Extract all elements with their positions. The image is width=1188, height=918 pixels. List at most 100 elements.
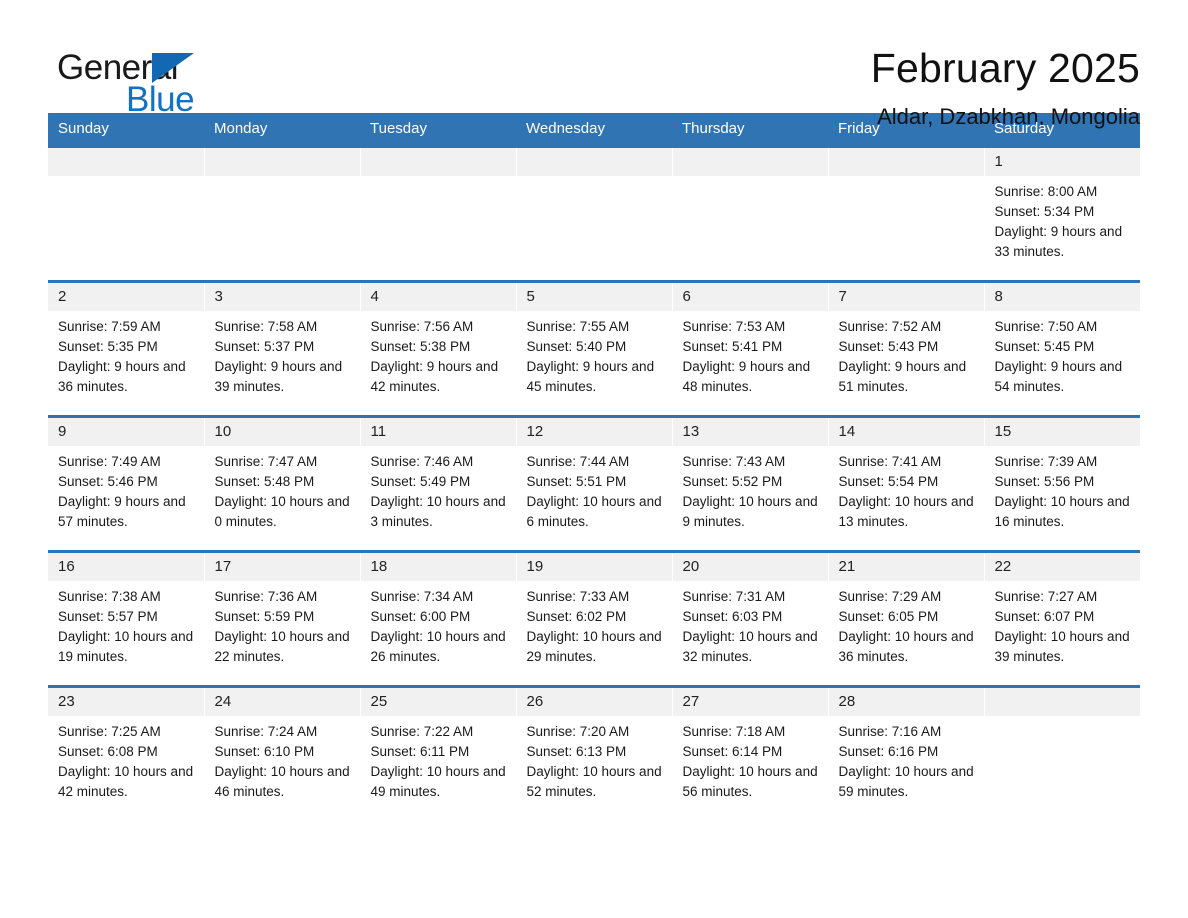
calendar-day-cell[interactable]: 25 Sunrise: 7:22 AM Sunset: 6:11 PM Dayligh…	[360, 685, 517, 820]
calendar-day-cell[interactable]: 7 Sunrise: 7:52 AM Sunset: 5:43 PM Daylight…	[828, 280, 985, 417]
logo-triangle-icon	[152, 53, 194, 83]
calendar-day-cell[interactable]: 23 Sunrise: 7:25 AM Sunset: 6:08 PM Dayligh…	[48, 685, 205, 820]
day-details: Sunrise: 7:24 AM Sunset: 6:10 PM Daylight:…	[205, 716, 360, 802]
sunset-text: Sunset: 6:16 PM	[838, 744, 939, 759]
day-number: 19	[516, 553, 672, 581]
calendar-day-cell-empty	[516, 145, 673, 282]
daylight-text: Daylight: 10 hours and 42 minutes.	[58, 764, 194, 799]
day-number: 4	[360, 283, 516, 311]
daylight-text: Daylight: 10 hours and 6 minutes.	[526, 494, 662, 529]
day-details: Sunrise: 7:55 AM Sunset: 5:40 PM Daylight:…	[517, 311, 672, 397]
calendar-day-cell[interactable]: 1 Sunrise: 8:00 AM Sunset: 5:34 PM Daylight…	[984, 145, 1141, 282]
calendar-day-cell[interactable]: 24 Sunrise: 7:24 AM Sunset: 6:10 PM Dayligh…	[204, 685, 361, 820]
calendar-day-cell[interactable]: 18 Sunrise: 7:34 AM Sunset: 6:00 PM Dayligh…	[360, 550, 517, 687]
calendar-day-cell[interactable]: 11 Sunrise: 7:46 AM Sunset: 5:49 PM Dayligh…	[360, 415, 517, 552]
day-number: 23	[48, 688, 204, 716]
calendar-day-cell[interactable]: 19 Sunrise: 7:33 AM Sunset: 6:02 PM Dayligh…	[516, 550, 673, 687]
sunset-text: Sunset: 6:03 PM	[682, 609, 783, 624]
sunset-text: Sunset: 5:40 PM	[526, 339, 627, 354]
sunrise-text: Sunrise: 7:46 AM	[370, 454, 474, 469]
sunset-text: Sunset: 5:56 PM	[994, 474, 1095, 489]
calendar-day-cell[interactable]: 13 Sunrise: 7:43 AM Sunset: 5:52 PM Dayligh…	[672, 415, 829, 552]
calendar-day-cell[interactable]: 14 Sunrise: 7:41 AM Sunset: 5:54 PM Dayligh…	[828, 415, 985, 552]
daylight-text: Daylight: 9 hours and 33 minutes.	[994, 224, 1123, 259]
calendar-day-cell[interactable]: 6 Sunrise: 7:53 AM Sunset: 5:41 PM Daylight…	[672, 280, 829, 417]
sunset-text: Sunset: 5:45 PM	[994, 339, 1095, 354]
day-details: Sunrise: 7:31 AM Sunset: 6:03 PM Daylight:…	[673, 581, 828, 667]
daylight-text: Daylight: 10 hours and 56 minutes.	[682, 764, 818, 799]
day-number: 24	[204, 688, 360, 716]
day-details: Sunrise: 7:36 AM Sunset: 5:59 PM Daylight:…	[205, 581, 360, 667]
daylight-text: Daylight: 10 hours and 46 minutes.	[214, 764, 350, 799]
daylight-text: Daylight: 10 hours and 16 minutes.	[994, 494, 1130, 529]
sunset-text: Sunset: 5:54 PM	[838, 474, 939, 489]
sunset-text: Sunset: 5:41 PM	[682, 339, 783, 354]
calendar-day-cell-empty	[828, 145, 985, 282]
calendar-day-cell[interactable]: 17 Sunrise: 7:36 AM Sunset: 5:59 PM Dayligh…	[204, 550, 361, 687]
calendar-day-cell[interactable]: 26 Sunrise: 7:20 AM Sunset: 6:13 PM Dayligh…	[516, 685, 673, 820]
calendar-day-cell[interactable]: 2 Sunrise: 7:59 AM Sunset: 5:35 PM Daylight…	[48, 280, 205, 417]
day-details: Sunrise: 7:59 AM Sunset: 5:35 PM Daylight:…	[48, 311, 204, 397]
calendar-day-cell[interactable]: 10 Sunrise: 7:47 AM Sunset: 5:48 PM Dayligh…	[204, 415, 361, 552]
calendar-day-cell[interactable]: 9 Sunrise: 7:49 AM Sunset: 5:46 PM Daylight…	[48, 415, 205, 552]
calendar-day-cell-empty	[984, 685, 1140, 820]
daylight-text: Daylight: 10 hours and 3 minutes.	[370, 494, 506, 529]
day-number: 3	[204, 283, 360, 311]
calendar-day-cell[interactable]: 28 Sunrise: 7:16 AM Sunset: 6:16 PM Dayligh…	[828, 685, 985, 820]
sunrise-text: Sunrise: 7:38 AM	[58, 589, 161, 604]
calendar-day-cell-empty	[204, 145, 361, 282]
day-details: Sunrise: 8:00 AM Sunset: 5:34 PM Daylight:…	[985, 176, 1141, 262]
daylight-text: Daylight: 10 hours and 59 minutes.	[838, 764, 974, 799]
calendar-day-cell[interactable]: 8 Sunrise: 7:50 AM Sunset: 5:45 PM Daylight…	[984, 280, 1141, 417]
day-number: 26	[516, 688, 672, 716]
day-number	[204, 148, 360, 176]
calendar-page: General Blue February 2025 Aldar, Dzabkh…	[0, 0, 1188, 918]
calendar-day-cell[interactable]: 4 Sunrise: 7:56 AM Sunset: 5:38 PM Daylight…	[360, 280, 517, 417]
calendar-day-cell[interactable]: 3 Sunrise: 7:58 AM Sunset: 5:37 PM Daylight…	[204, 280, 361, 417]
day-number	[516, 148, 672, 176]
day-number	[360, 148, 516, 176]
daylight-text: Daylight: 9 hours and 42 minutes.	[370, 359, 499, 394]
daylight-text: Daylight: 10 hours and 9 minutes.	[682, 494, 818, 529]
day-number: 25	[360, 688, 516, 716]
sunrise-text: Sunrise: 7:44 AM	[526, 454, 630, 469]
calendar-day-cell[interactable]: 12 Sunrise: 7:44 AM Sunset: 5:51 PM Dayligh…	[516, 415, 673, 552]
calendar-day-cell[interactable]: 5 Sunrise: 7:55 AM Sunset: 5:40 PM Daylight…	[516, 280, 673, 417]
day-number: 7	[828, 283, 984, 311]
sunset-text: Sunset: 6:07 PM	[994, 609, 1095, 624]
sunset-text: Sunset: 6:02 PM	[526, 609, 627, 624]
day-number: 10	[204, 418, 360, 446]
sunset-text: Sunset: 6:11 PM	[370, 744, 470, 759]
day-number: 1	[984, 148, 1140, 176]
sunrise-text: Sunrise: 7:24 AM	[214, 724, 318, 739]
calendar-day-cell[interactable]: 27 Sunrise: 7:18 AM Sunset: 6:14 PM Dayligh…	[672, 685, 829, 820]
day-number: 21	[828, 553, 984, 581]
sunset-text: Sunset: 6:14 PM	[682, 744, 783, 759]
calendar-day-cell[interactable]: 16 Sunrise: 7:38 AM Sunset: 5:57 PM Dayligh…	[48, 550, 205, 687]
page-title: February 2025	[870, 45, 1140, 91]
day-number: 20	[672, 553, 828, 581]
calendar-day-cell[interactable]: 15 Sunrise: 7:39 AM Sunset: 5:56 PM Dayligh…	[984, 415, 1140, 552]
day-number: 13	[672, 418, 828, 446]
day-number: 27	[672, 688, 828, 716]
day-number: 22	[984, 553, 1140, 581]
month-calendar: Sunday Monday Tuesday Wednesday Thursday…	[48, 113, 1140, 820]
sunrise-text: Sunrise: 7:55 AM	[526, 319, 630, 334]
calendar-day-cell[interactable]: 20 Sunrise: 7:31 AM Sunset: 6:03 PM Dayligh…	[672, 550, 829, 687]
day-number: 11	[360, 418, 516, 446]
sunset-text: Sunset: 6:00 PM	[370, 609, 471, 624]
sunset-text: Sunset: 6:05 PM	[838, 609, 939, 624]
calendar-day-cell-empty	[360, 145, 517, 282]
calendar-day-cell[interactable]: 22 Sunrise: 7:27 AM Sunset: 6:07 PM Dayligh…	[984, 550, 1140, 687]
sunset-text: Sunset: 5:51 PM	[526, 474, 627, 489]
calendar-day-cell-empty	[48, 145, 205, 282]
sunrise-text: Sunrise: 7:41 AM	[838, 454, 942, 469]
sunrise-text: Sunrise: 7:36 AM	[214, 589, 318, 604]
sunrise-text: Sunrise: 7:56 AM	[370, 319, 474, 334]
daylight-text: Daylight: 9 hours and 51 minutes.	[838, 359, 967, 394]
calendar-day-cell[interactable]: 21 Sunrise: 7:29 AM Sunset: 6:05 PM Dayligh…	[828, 550, 985, 687]
day-number: 16	[48, 553, 204, 581]
day-details: Sunrise: 7:34 AM Sunset: 6:00 PM Daylight:…	[361, 581, 516, 667]
day-details: Sunrise: 7:50 AM Sunset: 5:45 PM Daylight:…	[985, 311, 1141, 397]
calendar-week-row: 16 Sunrise: 7:38 AM Sunset: 5:57 PM Dayligh…	[48, 550, 1140, 687]
